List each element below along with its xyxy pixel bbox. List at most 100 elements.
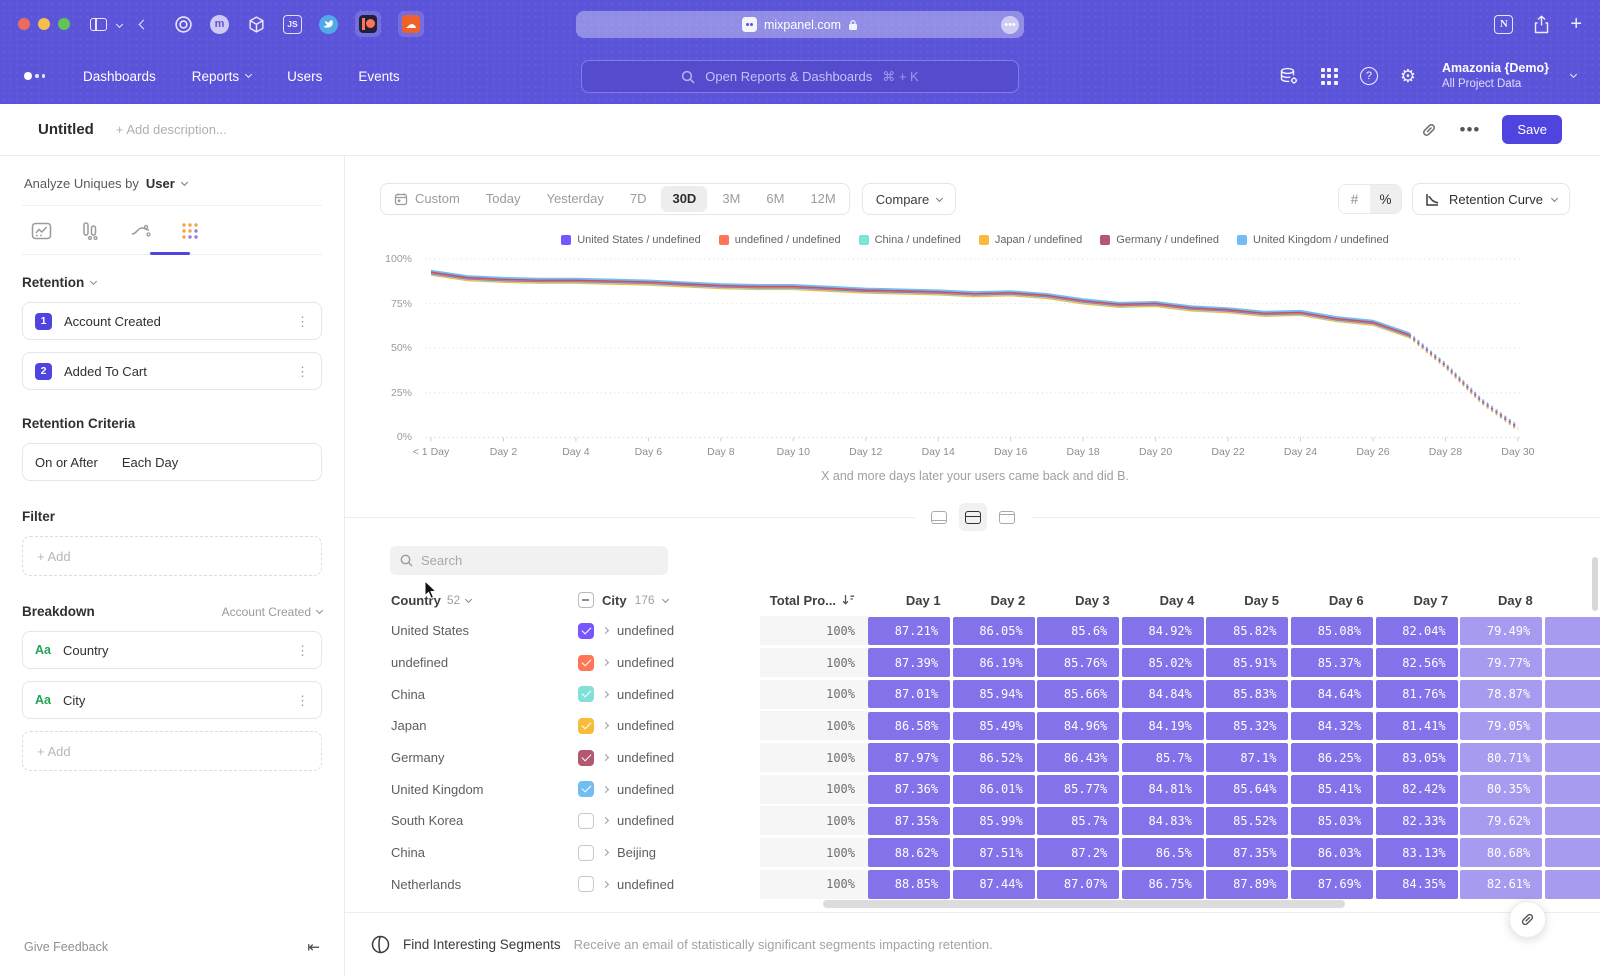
cell-day-value[interactable]: 85.91% [1206,648,1288,677]
nav-menu-item[interactable]: Reports [192,69,251,84]
cell-day-value[interactable]: 85.6% [1037,617,1119,646]
filter-add-button[interactable]: + Add [22,536,322,576]
layout-table-only-button[interactable] [993,503,1021,531]
table-row[interactable]: United Statesundefined100%87.21%86.05%85… [380,615,1600,647]
close-window-button[interactable] [18,18,30,30]
percent-format-button[interactable]: % [1370,185,1401,213]
cell-day-value[interactable]: 86.19% [953,648,1035,677]
cell-day-value[interactable]: 84.92% [1122,617,1204,646]
cell-day-value[interactable]: 85.76% [1037,648,1119,677]
cell-day-value[interactable]: 85.83% [1206,680,1288,709]
horizontal-scrollbar[interactable] [823,900,1345,908]
cell-day-value[interactable]: 85.7% [1037,807,1119,836]
cell-day-value[interactable]: 79.49% [1460,617,1542,646]
site-options-icon[interactable]: ••• [1001,16,1019,34]
cell-day-value[interactable]: 84.96% [1037,712,1119,741]
breakdown-kebab-icon[interactable]: ⋮ [296,694,309,707]
project-selector[interactable]: Amazonia {Demo} All Project Data [1442,61,1549,91]
cell-day-value[interactable]: 82.56% [1376,648,1458,677]
table-row[interactable]: South Koreaundefined100%87.35%85.99%85.7… [380,805,1600,837]
table-row[interactable]: Germanyundefined100%87.97%86.52%86.43%85… [380,742,1600,774]
cell-day-value[interactable]: 87.35% [1206,838,1288,867]
apps-grid-icon[interactable] [1321,68,1338,85]
cell-day-value[interactable]: 87.44% [953,870,1035,899]
cell-day-value[interactable]: 86.05% [953,617,1035,646]
layout-split-button[interactable] [959,503,987,531]
zoom-window-button[interactable] [58,18,70,30]
cell-day-value[interactable]: 86.58% [868,712,950,741]
cell-day-value[interactable]: 80.68% [1460,838,1542,867]
cell-day-value[interactable]: 86.03% [1291,838,1373,867]
cell-day-value[interactable]: 85.64% [1206,775,1288,804]
notion-extension-icon[interactable]: N [1494,15,1513,34]
cell-day-value[interactable]: 87.35% [868,807,950,836]
expand-row-chevron-icon[interactable] [602,627,609,634]
nav-menu-item[interactable]: Events [358,69,399,84]
cell-day-value[interactable]: 87.07% [1037,870,1119,899]
back-icon[interactable] [140,21,147,28]
cell-day-value[interactable]: 85.77% [1037,775,1119,804]
cell-day-value[interactable]: 87.51% [953,838,1035,867]
cell-day-value[interactable]: 79.05% [1460,712,1542,741]
cell-day-value[interactable]: 86.01% [953,775,1035,804]
compare-button[interactable]: Compare [862,183,956,215]
breakdown-kebab-icon[interactable]: ⋮ [296,644,309,657]
give-feedback-link[interactable]: Give Feedback [24,940,108,954]
column-header-day[interactable]: Day 6 [1291,593,1376,608]
cell-day-value[interactable]: 82.42% [1376,775,1458,804]
breakdown-scope-selector[interactable]: Account Created [222,605,322,619]
cell-day-value[interactable]: 84.64% [1291,680,1373,709]
column-header-day[interactable]: Day 5 [1206,593,1291,608]
table-row[interactable]: ChinaBeijing100%88.62%87.51%87.2%86.5%87… [380,837,1600,869]
column-header-day[interactable]: Day 8 [1460,593,1545,608]
cell-day-value[interactable]: 86.5% [1122,838,1204,867]
cell-day-value[interactable]: 85.49% [953,712,1035,741]
series-checkbox[interactable] [578,655,594,671]
add-description[interactable]: + Add description... [116,122,227,137]
save-button[interactable]: Save [1502,115,1562,144]
column-header-day[interactable]: Day 3 [1037,593,1122,608]
cell-day-value[interactable]: 84.81% [1122,775,1204,804]
legend-item[interactable]: United States / undefined [561,234,701,246]
cell-day-value[interactable]: 83.05% [1376,743,1458,772]
expand-row-chevron-icon[interactable] [602,786,609,793]
cell-day-value[interactable]: 87.69% [1291,870,1373,899]
legend-item[interactable]: undefined / undefined [719,234,841,246]
more-options-icon[interactable]: ••• [1460,120,1481,140]
criteria-on-or-after[interactable]: On or After [35,455,98,470]
cell-day-value[interactable]: 87.39% [868,648,950,677]
step-card-added-to-cart[interactable]: 2 Added To Cart ⋮ [22,352,322,390]
cell-day-value[interactable]: 85.02% [1122,648,1204,677]
cell-day-value[interactable]: 88.62% [868,838,950,867]
expand-row-chevron-icon[interactable] [602,691,609,698]
cell-day-value[interactable]: 85.99% [953,807,1035,836]
expand-row-chevron-icon[interactable] [602,722,609,729]
cell-day-value[interactable]: 87.97% [868,743,950,772]
cell-day-value[interactable]: 80.35% [1460,775,1542,804]
cell-day-value[interactable]: 85.32% [1206,712,1288,741]
series-checkbox[interactable] [578,718,594,734]
date-range-option[interactable]: Today [473,183,534,215]
column-header-country[interactable]: Country 52 [380,593,560,608]
cell-day-value[interactable]: 88.85% [868,870,950,899]
column-header-day[interactable]: Day 2 [953,593,1038,608]
bird-app-icon[interactable] [319,15,338,34]
select-all-checkbox[interactable] [578,592,594,608]
tab-list-chevron-icon[interactable] [117,22,122,27]
minimize-window-button[interactable] [38,18,50,30]
table-row[interactable]: undefinedundefined100%87.39%86.19%85.76%… [380,647,1600,679]
expand-row-chevron-icon[interactable] [602,881,609,888]
expand-row-chevron-icon[interactable] [602,849,609,856]
share-icon[interactable] [1533,15,1550,34]
tab-retention[interactable] [178,219,204,243]
soundcloud-app-icon[interactable]: ☁ [398,11,424,37]
legend-item[interactable]: United Kingdom / undefined [1237,234,1389,246]
table-row[interactable]: Chinaundefined100%87.01%85.94%85.66%84.8… [380,678,1600,710]
target-app-icon[interactable] [173,14,193,34]
breakdown-card-country[interactable]: Aa Country ⋮ [22,631,322,669]
copy-link-icon[interactable] [1420,121,1438,139]
cell-day-value[interactable]: 82.33% [1376,807,1458,836]
series-checkbox[interactable] [578,750,594,766]
table-row[interactable]: Netherlandsundefined100%88.85%87.44%87.0… [380,869,1600,901]
cell-day-value[interactable]: 85.08% [1291,617,1373,646]
